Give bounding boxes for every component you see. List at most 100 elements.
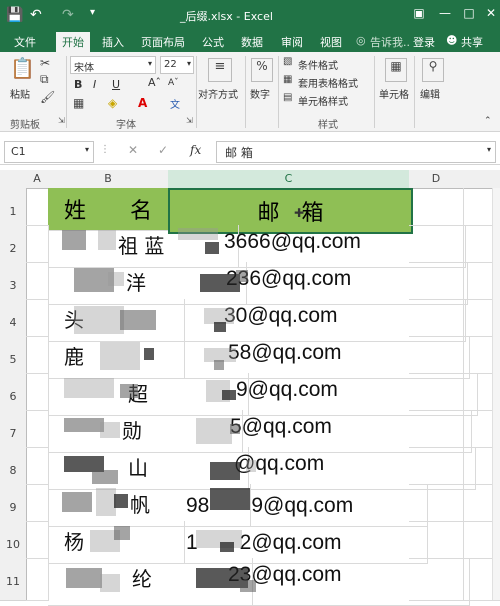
percent-icon[interactable]: % xyxy=(251,58,273,82)
decrease-font-icon[interactable]: Aˇ xyxy=(168,78,179,88)
share-icon[interactable]: ☻ xyxy=(446,34,457,47)
cell[interactable] xyxy=(409,299,464,337)
column-header-c[interactable]: C xyxy=(168,170,410,190)
insert-function-button[interactable]: fx xyxy=(190,143,201,157)
conditional-format-icon[interactable]: ▧ xyxy=(283,56,292,67)
conditional-format-button[interactable]: 条件格式 xyxy=(298,57,338,72)
vertical-scrollbar[interactable] xyxy=(492,188,500,600)
font-launcher-icon[interactable]: ⇲ xyxy=(186,116,193,125)
cell[interactable] xyxy=(26,373,49,411)
tab-data[interactable]: 数据 xyxy=(241,34,263,50)
column-header-b[interactable]: B xyxy=(48,170,169,189)
tab-page-layout[interactable]: 页面布局 xyxy=(141,34,185,50)
enter-icon[interactable]: ✓ xyxy=(158,143,168,157)
customize-toolbar-icon[interactable]: ▾ xyxy=(90,7,95,18)
login-link[interactable]: 登录 xyxy=(413,34,435,50)
font-size-select[interactable]: 22 ▾ xyxy=(160,56,194,74)
maximize-icon[interactable]: □ xyxy=(460,6,478,22)
formula-input[interactable]: 邮 箱 ▾ xyxy=(216,141,496,163)
increase-font-icon[interactable]: Aˆ xyxy=(148,76,161,89)
cut-icon[interactable]: ✂ xyxy=(40,56,50,70)
tab-insert[interactable]: 插入 xyxy=(102,34,124,50)
cell[interactable] xyxy=(26,521,49,559)
row-header[interactable]: 1 xyxy=(0,188,27,226)
cell[interactable] xyxy=(409,410,464,448)
row-header[interactable]: 3 xyxy=(0,262,27,300)
cell[interactable] xyxy=(26,447,49,485)
cells-icon[interactable]: ▦ xyxy=(385,58,407,82)
font-family-select[interactable]: 宋体 ▾ xyxy=(70,56,156,74)
cell[interactable] xyxy=(26,410,49,448)
tab-home[interactable]: 开始 xyxy=(56,32,90,53)
tab-formulas[interactable]: 公式 xyxy=(202,34,224,50)
cell[interactable] xyxy=(409,336,464,374)
cell[interactable] xyxy=(409,262,464,300)
editing-button[interactable]: 编辑 xyxy=(420,86,440,101)
tab-file[interactable]: 文件 xyxy=(14,34,36,50)
alignment-button[interactable]: 对齐方式 xyxy=(198,86,238,101)
row-header[interactable]: 5 xyxy=(0,336,27,374)
cell[interactable] xyxy=(26,558,49,601)
fill-color-icon[interactable]: ◈ xyxy=(108,96,117,110)
borders-icon[interactable]: ▦ xyxy=(73,96,84,110)
cell[interactable] xyxy=(26,336,49,374)
table-format-button[interactable]: 套用表格格式 xyxy=(298,75,358,90)
row-header[interactable]: 8 xyxy=(0,447,27,485)
ribbon-display-icon[interactable]: ▣ xyxy=(410,6,428,22)
number-button[interactable]: 数字 xyxy=(250,86,270,101)
undo-icon[interactable]: ↶ xyxy=(30,7,42,23)
worksheet-grid[interactable]: A B C D 1 2 3 4 5 6 7 8 9 10 11 姓 名 邮 箱 … xyxy=(0,170,500,606)
cell[interactable] xyxy=(26,262,49,300)
collapse-ribbon-icon[interactable]: ⌃ xyxy=(484,116,492,126)
column-header-d[interactable]: D xyxy=(409,170,464,189)
tab-review[interactable]: 审阅 xyxy=(281,34,303,50)
clipboard-launcher-icon[interactable]: ⇲ xyxy=(58,116,65,125)
close-icon[interactable]: ✕ xyxy=(482,6,500,22)
font-color-button[interactable]: A xyxy=(138,96,147,110)
select-all-corner[interactable] xyxy=(0,170,27,189)
cell[interactable] xyxy=(409,484,464,522)
row-header[interactable]: 2 xyxy=(0,225,27,263)
cell[interactable] xyxy=(409,373,464,411)
copy-icon[interactable]: ⧉ xyxy=(40,72,49,87)
bold-button[interactable]: B xyxy=(74,78,82,91)
row-header[interactable]: 7 xyxy=(0,410,27,448)
cell[interactable] xyxy=(26,225,49,263)
tell-me-search[interactable]: 告诉我.. xyxy=(370,34,410,50)
minimize-icon[interactable]: — xyxy=(436,6,454,22)
share-button[interactable]: 共享 xyxy=(461,34,483,50)
paste-icon[interactable]: 📋 xyxy=(10,56,35,82)
search-icon[interactable]: ⚲ xyxy=(422,58,444,82)
phonetic-icon[interactable]: 文 xyxy=(170,96,180,111)
format-painter-icon[interactable]: 🖌 xyxy=(40,90,55,104)
cell[interactable] xyxy=(409,521,464,559)
cells-button[interactable]: 单元格 xyxy=(379,86,409,101)
row-header[interactable]: 9 xyxy=(0,484,27,522)
redo-icon[interactable]: ↷ xyxy=(62,7,74,23)
row-header[interactable]: 4 xyxy=(0,299,27,337)
underline-button[interactable]: U xyxy=(112,78,120,91)
cell[interactable] xyxy=(409,447,464,485)
column-header-a[interactable]: A xyxy=(26,170,49,189)
cell[interactable] xyxy=(26,188,49,226)
cell-styles-button[interactable]: 单元格样式 xyxy=(298,93,348,108)
alignment-icon[interactable]: ≡ xyxy=(208,58,232,82)
cell[interactable] xyxy=(26,484,49,522)
italic-button[interactable]: I xyxy=(93,78,96,91)
table-format-icon[interactable]: ▦ xyxy=(283,74,292,85)
row-header[interactable]: 10 xyxy=(0,521,27,559)
row-header[interactable]: 6 xyxy=(0,373,27,411)
tab-view[interactable]: 视图 xyxy=(320,34,342,50)
paste-button[interactable]: 粘贴 xyxy=(10,86,30,101)
chevron-down-icon[interactable]: ▾ xyxy=(487,145,491,154)
cell-styles-icon[interactable]: ▤ xyxy=(283,92,292,103)
row-header[interactable]: 11 xyxy=(0,558,27,601)
save-icon[interactable]: 💾 xyxy=(6,7,23,23)
cell[interactable] xyxy=(409,558,464,601)
cancel-icon[interactable]: ✕ xyxy=(128,143,138,157)
cell[interactable] xyxy=(409,225,464,263)
name-box-value: C1 xyxy=(11,145,26,158)
name-box[interactable]: C1 ▾ xyxy=(4,141,94,163)
cell[interactable] xyxy=(409,188,464,226)
cell[interactable] xyxy=(26,299,49,337)
